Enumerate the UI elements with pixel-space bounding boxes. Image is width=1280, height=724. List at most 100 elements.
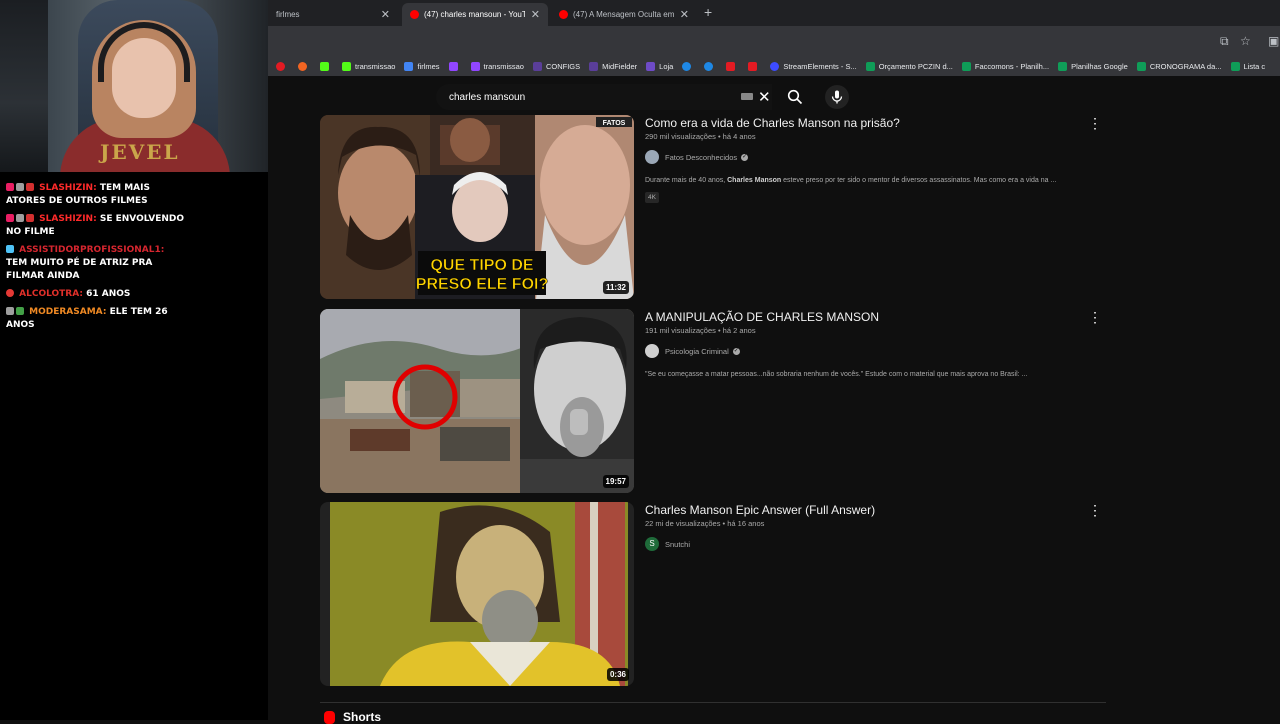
new-tab-button[interactable]: + xyxy=(704,4,712,20)
sheets-icon xyxy=(865,61,875,71)
shorts-label: Shorts xyxy=(343,710,382,724)
address-bar[interactable]: ⧉ ☆ ▣ xyxy=(268,26,1280,56)
shorts-icon xyxy=(324,710,335,724)
tab-strip: firlmes ✕ (47) charles mansoun - YouTube… xyxy=(268,0,1280,26)
avatar[interactable] xyxy=(645,344,659,358)
video-description: Durante mais de 40 anos, Charles Manson … xyxy=(645,177,1057,184)
bookmark-favicon-icon xyxy=(748,61,758,71)
gift-badge-icon xyxy=(6,245,14,253)
bookmark-item[interactable]: Orçamento PCZIN d... xyxy=(865,61,953,71)
stream-chat: SLASHIZIN: TEM MAIS ATORES DE OUTROS FIL… xyxy=(6,182,186,337)
video-thumbnail[interactable]: FATOS QUE TIPO DE PRESO ELE FOI? 11:32 xyxy=(320,115,634,299)
video-title[interactable]: A MANIPULAÇÃO DE CHARLES MANSON xyxy=(645,310,1095,325)
bookmark-item[interactable]: MidFielder xyxy=(589,61,637,71)
quality-badge: 4K xyxy=(645,192,659,203)
bookmark-item[interactable]: transmissao xyxy=(342,61,395,71)
bookmark-item[interactable] xyxy=(682,61,695,71)
heart-badge-icon xyxy=(6,289,14,297)
extension-icon[interactable]: ▣ xyxy=(1268,34,1279,48)
bookmark-item[interactable]: Planilhas Google xyxy=(1058,61,1128,71)
avatar[interactable]: S xyxy=(645,537,659,551)
youtube-favicon-icon xyxy=(559,10,568,19)
bookmark-item[interactable] xyxy=(320,61,333,71)
more-options-icon[interactable]: ⋮ xyxy=(1088,502,1102,519)
tab-mensagem-oculta[interactable]: (47) A Mensagem Oculta em Pl ✕ xyxy=(551,3,697,26)
tab-youtube-search[interactable]: (47) charles mansoun - YouTube ✕ xyxy=(402,3,548,26)
bookmark-item[interactable] xyxy=(276,61,289,71)
bookmark-favicon-icon xyxy=(589,61,599,71)
heart-badge-icon xyxy=(6,183,14,191)
bookmark-item[interactable]: Loja xyxy=(646,61,673,71)
clear-search-icon[interactable]: ✕ xyxy=(758,88,771,106)
tab-firlmes[interactable]: firlmes ✕ xyxy=(268,3,398,26)
tab-label: firlmes xyxy=(276,10,300,19)
video-title[interactable]: Charles Manson Epic Answer (Full Answer) xyxy=(645,503,1095,518)
bookmark-favicon-icon xyxy=(682,61,692,71)
bookmark-star-icon[interactable]: ☆ xyxy=(1240,34,1251,48)
bookmark-item[interactable] xyxy=(298,61,311,71)
sheets-icon xyxy=(1058,61,1068,71)
bookmark-item[interactable]: StreamElements - S... xyxy=(770,61,857,71)
avatar[interactable] xyxy=(645,150,659,164)
video-description: "Se eu começasse a matar pessoas...não s… xyxy=(645,371,1028,378)
verified-check-icon: ✓ xyxy=(732,347,740,355)
search-input[interactable]: charles mansoun ✕ xyxy=(436,84,772,110)
streamelements-icon xyxy=(770,61,780,71)
shorts-section-header: Shorts xyxy=(324,710,381,724)
bookmark-favicon-icon xyxy=(726,61,736,71)
svg-text:PRESO ELE FOI?: PRESO ELE FOI? xyxy=(416,276,548,293)
close-icon[interactable]: ✕ xyxy=(381,8,390,21)
bookmark-item[interactable]: firlmes xyxy=(404,61,440,71)
tab-label: (47) charles mansoun - YouTube xyxy=(424,10,525,19)
thumb-brand: FATOS xyxy=(603,120,626,127)
install-app-icon[interactable]: ⧉ xyxy=(1220,34,1229,49)
twitch-icon xyxy=(448,61,458,71)
bookmark-item[interactable]: Lista c xyxy=(1230,61,1265,71)
chat-username: ALCOLOTRA xyxy=(19,289,80,299)
bookmark-item[interactable]: transmissao xyxy=(470,61,524,71)
tab-label: (47) A Mensagem Oculta em Pl xyxy=(573,10,674,19)
video-result[interactable]: 19:57 A MANIPULAÇÃO DE CHARLES MANSON 19… xyxy=(320,309,1102,493)
close-icon[interactable]: ✕ xyxy=(680,8,689,21)
channel-name[interactable]: Psicologia Criminal xyxy=(665,347,729,356)
channel-link[interactable]: Psicologia Criminal ✓ xyxy=(645,344,1095,358)
chat-message: SLASHIZIN: TEM MAIS ATORES DE OUTROS FIL… xyxy=(6,183,150,206)
kick-icon xyxy=(320,61,329,71)
youtube-favicon-icon xyxy=(410,10,419,19)
bookmark-item[interactable]: Faccomons - Planilh... xyxy=(961,61,1049,71)
bookmark-item[interactable]: CRONOGRAMA da... xyxy=(1136,61,1222,71)
search-button[interactable] xyxy=(780,84,810,110)
stream-overlay: JEVEL SLASHIZIN: TEM MAIS ATORES DE OUTR… xyxy=(0,0,268,720)
browser-window: firlmes ✕ (47) charles mansoun - YouTube… xyxy=(268,0,1280,724)
voice-search-button[interactable] xyxy=(825,85,849,109)
more-options-icon[interactable]: ⋮ xyxy=(1088,309,1102,326)
video-duration: 0:36 xyxy=(606,668,629,681)
microphone-icon xyxy=(831,90,843,104)
verified-check-icon: ✓ xyxy=(741,153,749,161)
bookmark-item[interactable] xyxy=(726,61,739,71)
chat-text: TEM MUITO Pé DE ATRIZ PRA FILMAR AINDA xyxy=(6,258,153,281)
video-title[interactable]: Como era a vida de Charles Manson na pri… xyxy=(645,116,1095,131)
chat-username: ASSISTIDORPROFISSIONAL1 xyxy=(19,245,161,255)
video-result[interactable]: FATOS QUE TIPO DE PRESO ELE FOI? 11:32 C… xyxy=(320,115,1102,299)
bookmark-item[interactable] xyxy=(704,61,717,71)
chat-username: SLASHIZIN xyxy=(39,183,94,193)
chat-message: SLASHIZIN: SE ENVOLVENDO NO FILME xyxy=(6,214,185,237)
kick-icon xyxy=(342,61,351,71)
bookmark-item[interactable]: CONFIGS xyxy=(532,61,580,71)
sheets-icon xyxy=(1230,61,1240,71)
video-result[interactable]: 0:36 Charles Manson Epic Answer (Full An… xyxy=(320,502,1102,686)
video-thumbnail[interactable]: 19:57 xyxy=(320,309,634,493)
channel-link[interactable]: S Snutchi xyxy=(645,537,1095,551)
channel-link[interactable]: Fatos Desconhecidos ✓ xyxy=(645,150,1095,164)
user-badge-icon xyxy=(6,307,14,315)
sub-badge-icon xyxy=(26,183,34,191)
more-options-icon[interactable]: ⋮ xyxy=(1088,115,1102,132)
channel-name[interactable]: Snutchi xyxy=(665,540,690,549)
close-icon[interactable]: ✕ xyxy=(531,8,540,21)
keyboard-icon[interactable] xyxy=(741,93,753,100)
video-thumbnail[interactable]: 0:36 xyxy=(320,502,634,686)
channel-name[interactable]: Fatos Desconhecidos xyxy=(665,153,737,162)
bookmark-item[interactable] xyxy=(448,61,462,71)
bookmark-item[interactable] xyxy=(748,61,761,71)
